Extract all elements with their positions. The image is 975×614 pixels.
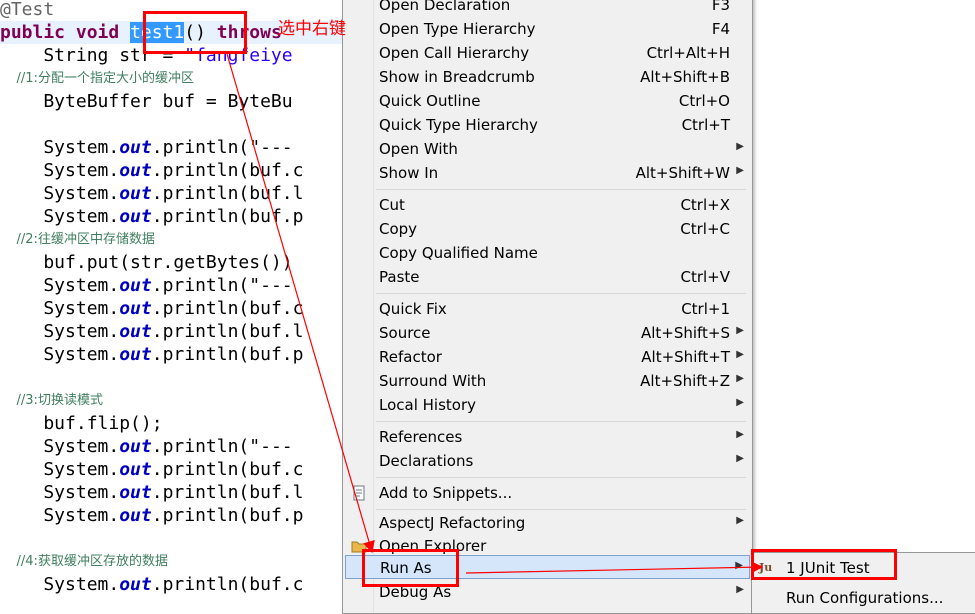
annotation-arrows (226, 53, 764, 574)
arrow-to-junit-test (465, 561, 764, 574)
arrow-to-run-as (226, 53, 375, 554)
